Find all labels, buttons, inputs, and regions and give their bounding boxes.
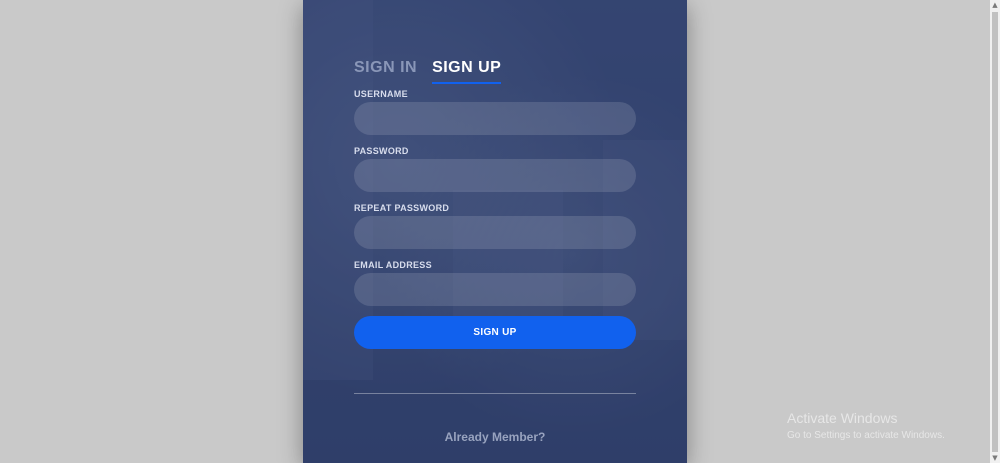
signup-card: SIGN IN SIGN UP USERNAME PASSWORD REPEAT… [303,0,687,463]
watermark-subtitle: Go to Settings to activate Windows. [787,430,945,441]
scrollbar-thumb[interactable] [992,12,998,452]
username-input[interactable] [354,102,636,135]
activate-windows-watermark: Activate Windows Go to Settings to activ… [787,409,945,443]
scroll-up-arrow-icon[interactable]: ▲ [990,0,1000,10]
already-member-link[interactable]: Already Member? [354,430,636,444]
username-label: USERNAME [354,89,408,99]
tab-sign-in[interactable]: SIGN IN [354,58,417,84]
email-group: EMAIL ADDRESS [354,260,636,306]
page: SIGN IN SIGN UP USERNAME PASSWORD REPEAT… [0,0,1000,463]
repeat-password-group: REPEAT PASSWORD [354,203,636,249]
username-group: USERNAME [354,89,636,135]
vertical-scrollbar[interactable]: ▲ ▼ [990,0,1000,463]
auth-tabs: SIGN IN SIGN UP [354,58,502,84]
password-input[interactable] [354,159,636,192]
card-content: SIGN IN SIGN UP USERNAME PASSWORD REPEAT… [354,0,636,463]
scroll-down-arrow-icon[interactable]: ▼ [990,453,1000,463]
watermark-title: Activate Windows [787,410,898,426]
sign-up-button[interactable]: SIGN UP [354,316,636,349]
repeat-password-label: REPEAT PASSWORD [354,203,450,213]
email-input[interactable] [354,273,636,306]
password-group: PASSWORD [354,146,636,192]
email-label: EMAIL ADDRESS [354,260,432,270]
repeat-password-input[interactable] [354,216,636,249]
divider [354,393,636,394]
password-label: PASSWORD [354,146,409,156]
tab-sign-up[interactable]: SIGN UP [432,58,502,84]
